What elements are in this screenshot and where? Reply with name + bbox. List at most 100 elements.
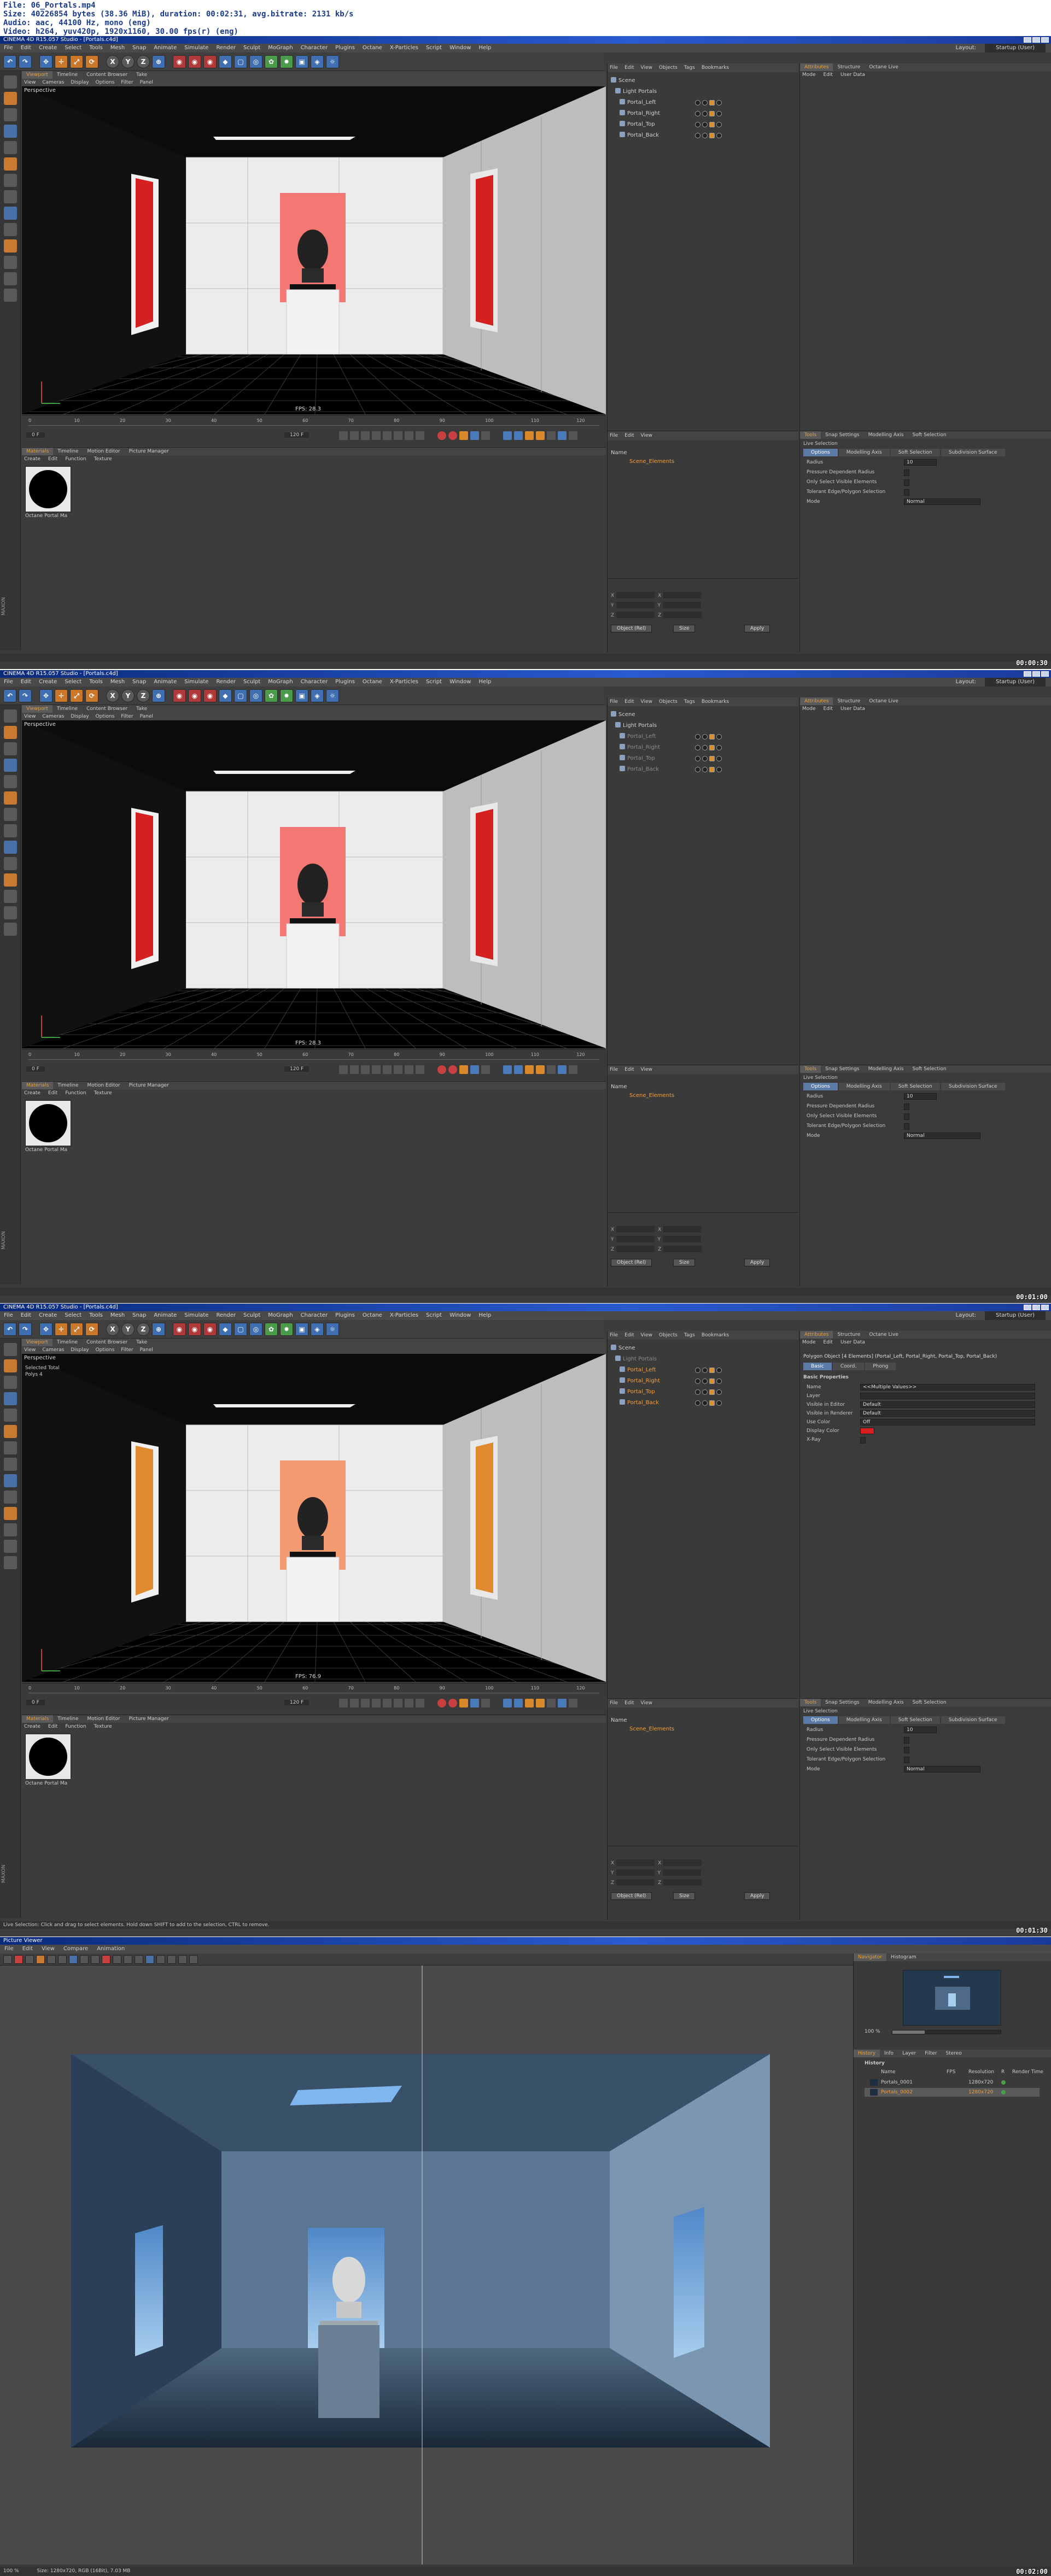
object-manager-menu-item[interactable]: View	[641, 699, 652, 705]
object-manager-menu-item[interactable]: Edit	[624, 1333, 634, 1338]
mode-palette-icon[interactable]	[4, 1491, 17, 1504]
display-color-swatch[interactable]	[860, 1428, 874, 1434]
visibility-dot-icon[interactable]	[702, 100, 708, 105]
octane-tag-icon[interactable]	[709, 1389, 715, 1395]
option-checkbox[interactable]	[904, 1747, 909, 1753]
pv-toolbar-icon[interactable]	[189, 1955, 198, 1964]
toolbar-tool-icon[interactable]: ◉	[173, 1323, 186, 1336]
object-manager-menu-item[interactable]: File	[610, 699, 618, 705]
portal-left[interactable]	[136, 178, 153, 328]
playback-control-button[interactable]	[525, 1065, 534, 1074]
tool-tab[interactable]: Tools	[800, 1065, 821, 1073]
layout-select[interactable]: Startup (User)	[985, 678, 1046, 686]
menu-item[interactable]: Select	[61, 678, 85, 686]
object-manager-menu-item[interactable]: Objects	[659, 65, 678, 71]
radius-field[interactable]: 10	[904, 1727, 937, 1733]
mode-palette-icon[interactable]	[4, 272, 17, 285]
playback-control-button[interactable]	[459, 431, 468, 440]
close-icon[interactable]	[1041, 671, 1049, 677]
object-tree-item[interactable]: Light Portals	[615, 1355, 657, 1364]
attr-value-field[interactable]	[860, 1393, 1035, 1399]
toolbar-tool-icon[interactable]: Y	[121, 1323, 135, 1336]
playback-control-button[interactable]	[459, 1699, 468, 1707]
tool-subtab[interactable]: Options	[803, 449, 838, 456]
menu-item[interactable]: Plugins	[331, 678, 359, 686]
material-tag-icon[interactable]	[716, 1389, 722, 1395]
material-preview[interactable]	[25, 466, 71, 512]
object-tree-item[interactable]: Scene	[611, 1344, 635, 1353]
material-tab[interactable]: Materials	[22, 1082, 54, 1089]
coord-position-field[interactable]	[616, 602, 655, 608]
tool-subtab[interactable]: Options	[803, 1716, 838, 1724]
material-tab[interactable]: Picture Manager	[125, 448, 173, 455]
menu-item[interactable]: Animate	[150, 1311, 180, 1320]
coord-apply-button[interactable]: Apply	[744, 625, 770, 632]
visibility-dot-icon[interactable]	[702, 745, 708, 750]
visibility-dot-icon[interactable]	[695, 745, 700, 750]
mode-palette-icon[interactable]	[4, 141, 17, 154]
portal-left[interactable]	[136, 1446, 153, 1595]
playback-control-button[interactable]	[514, 431, 523, 440]
maximize-icon[interactable]	[1032, 37, 1040, 43]
layer-row[interactable]: Scene_Elements	[629, 1725, 674, 1734]
layer-row[interactable]: Scene_Elements	[629, 457, 674, 466]
tool-tab[interactable]: Snap Settings	[821, 1065, 863, 1073]
mode-palette-icon[interactable]	[4, 190, 17, 203]
playback-control-button[interactable]	[448, 431, 457, 440]
attribute-menu-item[interactable]: Edit	[824, 706, 833, 712]
playback-control-button[interactable]	[470, 431, 479, 440]
minimize-icon[interactable]	[1024, 1305, 1031, 1310]
navigator-thumbnail[interactable]	[903, 1970, 1001, 2026]
mode-palette-icon[interactable]	[4, 256, 17, 269]
object-tree-item[interactable]: Portal_Top	[620, 1388, 655, 1396]
visibility-dot-icon[interactable]	[702, 122, 708, 127]
pv-menu-item[interactable]: View	[37, 1945, 59, 1953]
object-tree-item[interactable]: Portal_Left	[620, 732, 656, 741]
mode-palette-icon[interactable]	[4, 1343, 17, 1356]
playback-control-button[interactable]	[372, 1699, 381, 1707]
menu-item[interactable]: Octane	[359, 44, 386, 52]
toolbar-tool-icon[interactable]: ◉	[188, 1323, 201, 1336]
playback-control-button[interactable]	[437, 431, 446, 440]
playback-control-button[interactable]	[536, 431, 545, 440]
object-manager-menu-item[interactable]: Tags	[684, 1333, 695, 1338]
playback-control-button[interactable]	[339, 1699, 348, 1707]
pv-toolbar-icon[interactable]	[167, 1955, 176, 1964]
toolbar-tool-icon[interactable]: ⤢	[70, 1323, 83, 1336]
toolbar-tool-icon[interactable]: ✛	[55, 1323, 68, 1336]
pv-toolbar-icon[interactable]	[69, 1955, 78, 1964]
visibility-dot-icon[interactable]	[702, 111, 708, 116]
object-manager-menu-item[interactable]: Objects	[659, 1333, 678, 1338]
visibility-dot-icon[interactable]	[695, 734, 700, 740]
toolbar-tool-icon[interactable]: ✹	[280, 1323, 293, 1336]
coord-size-field[interactable]	[663, 612, 702, 618]
playback-control-button[interactable]	[372, 431, 381, 440]
visibility-dot-icon[interactable]	[695, 122, 700, 127]
coord-mode-select[interactable]: Object (Rel)	[611, 1259, 652, 1266]
playback-control-button[interactable]	[339, 431, 348, 440]
toolbar-tool-icon[interactable]: ✿	[265, 689, 278, 702]
object-tree-item[interactable]: Scene	[611, 711, 635, 719]
material-tab[interactable]: Materials	[22, 448, 54, 455]
mode-select[interactable]: Normal	[904, 498, 980, 505]
playback-control-button[interactable]	[448, 1065, 457, 1074]
option-checkbox[interactable]	[904, 1113, 909, 1120]
attribute-tab[interactable]: Octane Live	[865, 63, 903, 71]
toolbar-tool-icon[interactable]: Z	[137, 689, 150, 702]
timeline-ruler[interactable]: 0 10 20 30 40 50 60 70 80 90 100 110 120	[28, 418, 599, 426]
pv-toolbar-icon[interactable]	[3, 1955, 12, 1964]
attribute-menu-item[interactable]: User Data	[840, 706, 865, 712]
coord-position-field[interactable]	[616, 1246, 655, 1252]
layer-manager-menu-item[interactable]: Edit	[624, 433, 634, 438]
playback-control-button[interactable]	[350, 1699, 359, 1707]
material-menu-item[interactable]: Function	[65, 1090, 86, 1096]
attribute-tab[interactable]: Structure	[833, 1331, 865, 1339]
menu-item[interactable]: Character	[297, 1311, 331, 1320]
octane-tag-icon[interactable]	[709, 767, 715, 772]
menu-item[interactable]: Mesh	[107, 44, 129, 52]
material-menu-item[interactable]: Edit	[48, 456, 57, 462]
object-manager-menu-item[interactable]: View	[641, 1333, 652, 1338]
viewport-tab[interactable]: Timeline	[52, 705, 82, 713]
toolbar-tool-icon[interactable]: ◈	[311, 689, 324, 702]
material-menu-item[interactable]: Create	[24, 1724, 40, 1729]
